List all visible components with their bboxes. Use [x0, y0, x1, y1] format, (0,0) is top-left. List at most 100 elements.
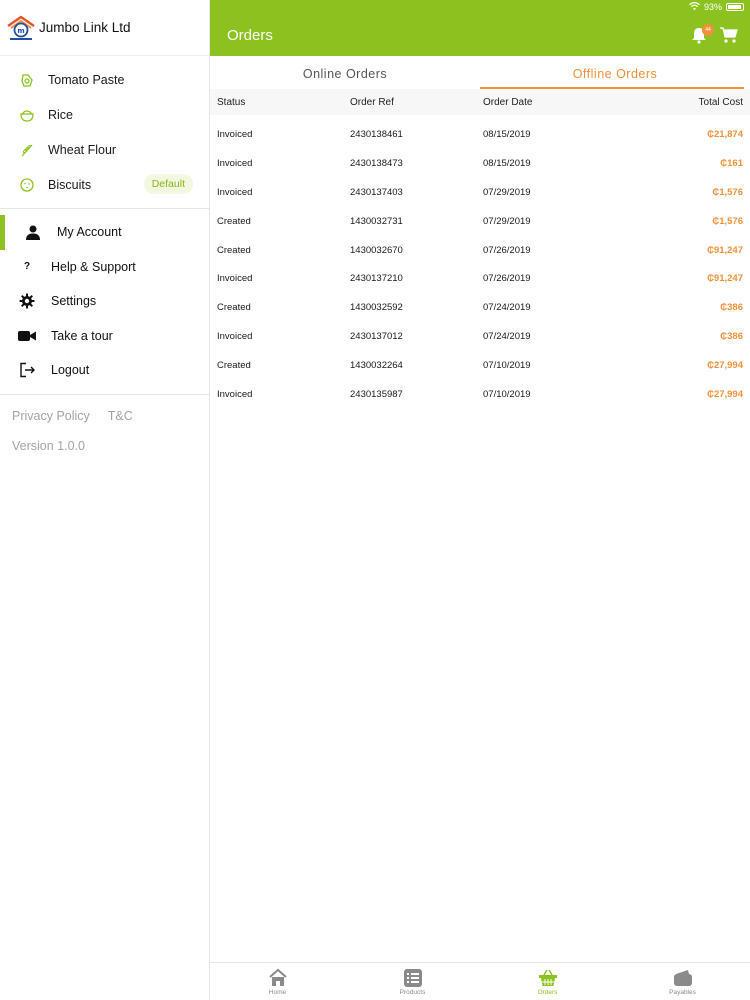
order-status: Created [217, 302, 251, 314]
order-total-cost: ₵386 [720, 331, 743, 343]
notification-badge: 44 [702, 24, 714, 36]
order-status: Invoiced [217, 157, 253, 169]
order-total-cost: ₵1,576 [712, 186, 743, 198]
order-total-cost: ₵91,247 [707, 273, 743, 285]
bottom-tab-bar: Home Products Orders Payables [210, 962, 750, 1000]
order-total-cost: ₵386 [720, 302, 743, 314]
sidebar-menu: My Account ? Help & Support Settings Tak… [0, 209, 209, 388]
table-row[interactable]: Invoiced 2430135987 07/10/2019 ₵27,994 [210, 378, 750, 407]
order-total-cost: ₵21,874 [707, 129, 743, 140]
company-label: Biscuits [48, 177, 92, 192]
order-date: 07/24/2019 [483, 302, 531, 314]
order-ref: 1430032592 [350, 302, 403, 314]
rice-icon [18, 106, 36, 124]
privacy-policy-link[interactable]: Privacy Policy [12, 409, 90, 423]
menu-item-logout[interactable]: Logout [0, 353, 209, 388]
table-row[interactable]: Invoiced 2430137012 07/24/2019 ₵386 [210, 320, 750, 349]
company-item-rice[interactable]: Rice [0, 97, 209, 132]
svg-text:m: m [17, 27, 24, 35]
tabbar-item-payables[interactable]: Payables [615, 963, 750, 1000]
table-row[interactable]: Invoiced 2430138461 08/15/2019 ₵21,874 [210, 118, 750, 147]
menu-label: Logout [51, 363, 90, 378]
column-header-status: Status [217, 97, 246, 108]
battery-icon [726, 3, 744, 11]
column-header-order-ref: Order Ref [350, 97, 394, 108]
order-total-cost: ₵91,247 [707, 244, 743, 256]
app-version: Version 1.0.0 [12, 438, 85, 453]
table-row[interactable]: Created 1430032670 07/26/2019 ₵91,247 [210, 234, 750, 263]
order-ref: 2430137012 [350, 331, 403, 343]
tabbar-label: Home [268, 989, 287, 996]
menu-label: Settings [51, 294, 97, 309]
tabbar-item-products[interactable]: Products [345, 963, 480, 1000]
column-header-total-cost: Total Cost [698, 97, 743, 108]
menu-item-take-a-tour[interactable]: Take a tour [0, 319, 209, 354]
tabbar-item-orders[interactable]: Orders [480, 963, 615, 1000]
order-date: 07/24/2019 [483, 331, 531, 343]
menu-item-settings[interactable]: Settings [0, 284, 209, 319]
order-total-cost: ₵1,576 [712, 215, 743, 227]
battery-percent: 93% [703, 2, 722, 12]
tabbar-label: Products [399, 989, 426, 996]
company-label: Tomato Paste [48, 72, 125, 87]
default-badge: Default [143, 174, 193, 194]
table-row[interactable]: Created 1430032731 07/29/2019 ₵1,576 [210, 205, 750, 234]
table-row[interactable]: Invoiced 2430138473 08/15/2019 ₵161 [210, 147, 750, 176]
biscuits-icon [18, 176, 36, 194]
order-ref: 2430137403 [350, 186, 403, 198]
orders-table-header: Status Order Ref Order Date Total Cost [210, 89, 750, 115]
order-total-cost: ₵27,994 [707, 389, 743, 401]
user-icon [22, 222, 44, 242]
company-label: Rice [48, 107, 74, 122]
order-status: Created [217, 244, 251, 256]
battery-level [728, 5, 742, 9]
table-row[interactable]: Created 1430032592 07/24/2019 ₵386 [210, 291, 750, 320]
order-ref: 2430138461 [350, 129, 403, 140]
order-status: Invoiced [217, 129, 253, 140]
cart-icon[interactable] [720, 26, 740, 46]
status-bar: 93% [689, 2, 744, 12]
order-date: 07/26/2019 [483, 244, 531, 256]
table-row[interactable]: Created 1430032264 07/10/2019 ₵27,994 [210, 349, 750, 378]
company-item-wheat-flour[interactable]: Wheat Flour [0, 132, 209, 167]
page-title: Orders [227, 27, 273, 44]
company-logo-icon: m [6, 15, 36, 41]
logout-icon [16, 360, 38, 380]
brand-header[interactable]: m Jumbo Link Ltd [0, 0, 209, 56]
menu-item-help-support[interactable]: ? Help & Support [0, 250, 209, 285]
menu-item-my-account[interactable]: My Account [0, 215, 209, 250]
company-label: Wheat Flour [48, 142, 117, 157]
order-total-cost: ₵161 [720, 157, 743, 169]
order-ref: 2430137210 [350, 273, 403, 285]
column-header-order-date: Order Date [483, 97, 533, 108]
terms-link[interactable]: T&C [108, 409, 133, 423]
sidebar: m Jumbo Link Ltd Tomato Paste Rice Wheat… [0, 0, 210, 1000]
order-ref: 2430138473 [350, 157, 403, 169]
table-row[interactable]: Invoiced 2430137210 07/26/2019 ₵91,247 [210, 262, 750, 291]
order-ref: 2430135987 [350, 389, 403, 401]
legal-links: Privacy Policy T&C [0, 395, 209, 423]
tabbar-item-home[interactable]: Home [210, 963, 345, 1000]
order-date: 07/29/2019 [483, 186, 531, 198]
table-row[interactable]: Invoiced 2430137403 07/29/2019 ₵1,576 [210, 176, 750, 205]
video-icon [16, 326, 38, 346]
menu-label: Help & Support [51, 259, 136, 274]
menu-label: Take a tour [51, 328, 113, 343]
tabbar-label: Orders [537, 989, 558, 996]
order-date: 07/10/2019 [483, 389, 531, 401]
menu-label: My Account [57, 225, 122, 240]
app-header: 93% Orders 44 [210, 0, 750, 56]
home-icon [268, 968, 288, 988]
help-icon: ? [23, 261, 31, 273]
order-date: 07/29/2019 [483, 215, 531, 227]
order-date: 07/10/2019 [483, 360, 531, 372]
tomato-paste-icon [18, 71, 36, 89]
order-ref: 1430032264 [350, 360, 403, 372]
order-status: Created [217, 360, 251, 372]
company-name: Jumbo Link Ltd [39, 20, 131, 35]
tab-online-orders[interactable]: Online Orders [210, 56, 480, 89]
products-list-icon [403, 968, 423, 988]
tab-offline-orders[interactable]: Offline Orders [480, 56, 750, 89]
company-item-tomato-paste[interactable]: Tomato Paste [0, 62, 209, 97]
company-item-biscuits[interactable]: Biscuits Default [0, 167, 209, 202]
